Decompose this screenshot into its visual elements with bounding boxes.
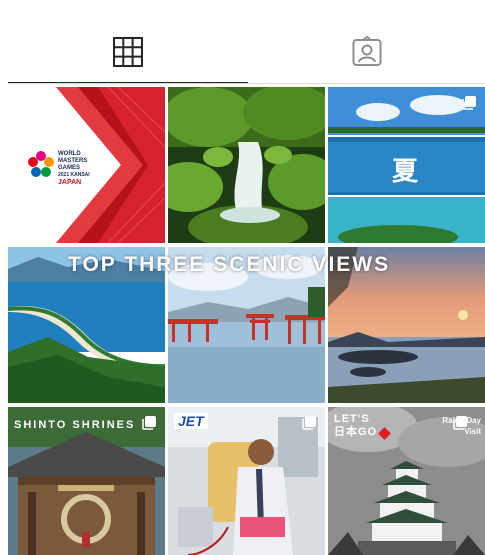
post-jet-blood-donation[interactable]: JET <box>168 407 325 555</box>
jet-logo: JET <box>174 413 208 429</box>
profile-tabs <box>8 20 485 84</box>
wmg-title: WORLD MASTERS GAMES 2021 KANSAI JAPAN <box>58 151 90 186</box>
lets-go-caption: LET'S 日本GO <box>334 413 377 439</box>
multiple-posts-icon <box>142 416 156 430</box>
status-area <box>0 0 485 20</box>
summer-caption: 夏 <box>392 156 419 186</box>
post-world-masters-games[interactable]: WORLD MASTERS GAMES 2021 KANSAI JAPAN <box>8 87 165 243</box>
multiple-posts-icon <box>462 96 476 110</box>
post-mossy-stream[interactable] <box>168 87 325 243</box>
post-image <box>168 87 325 243</box>
grid-icon <box>113 37 143 67</box>
tab-posts-grid[interactable] <box>8 20 248 84</box>
shinto-caption: SHINTO SHRINES <box>14 419 136 431</box>
wmg-line-2: MASTERS <box>58 158 88 164</box>
lets-go-line-2: 日本GO <box>334 426 378 438</box>
multiple-posts-icon <box>453 416 467 430</box>
post-osaka-castle[interactable]: LET'S 日本GO Rainy Day Visit <box>328 407 485 555</box>
tagged-person-icon <box>352 36 381 66</box>
posts-grid: WORLD MASTERS GAMES 2021 KANSAI JAPAN 夏 … <box>8 87 485 555</box>
post-shinto-shrines[interactable]: SHINTO SHRINES <box>8 407 165 555</box>
tab-tagged[interactable] <box>248 20 485 84</box>
lets-go-line-1: LET'S <box>334 413 370 425</box>
tabs-divider <box>8 83 485 84</box>
scenic-views-banner: TOP THREE SCENIC VIEWS <box>68 253 391 276</box>
post-summer-beach[interactable]: 夏 <box>328 87 485 243</box>
multiple-posts-icon <box>302 416 316 430</box>
wmg-line-1: WORLD <box>58 151 81 157</box>
wmg-line-3: GAMES <box>58 165 81 171</box>
wmg-edition: 2021 KANSAI <box>58 172 90 178</box>
wmg-country: JAPAN <box>58 179 82 186</box>
